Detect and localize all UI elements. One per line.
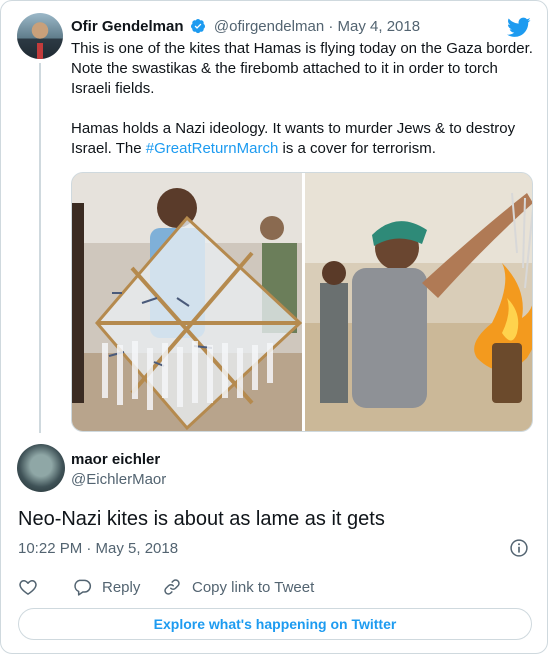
parent-text-paragraph-1: This is one of the kites that Hamas is f… xyxy=(71,40,533,97)
parent-text-paragraph-2: Hamas holds a Nazi ideology. It wants to… xyxy=(71,120,516,157)
reply-author-handle[interactable]: @EichlerMaor xyxy=(71,471,166,489)
reply-author-avatar[interactable] xyxy=(17,444,65,492)
copy-link-button[interactable]: Copy link to Tweet xyxy=(162,577,314,597)
hashtag-link[interactable]: #GreatReturnMarch xyxy=(146,140,279,157)
explore-twitter-button[interactable]: Explore what's happening on Twitter xyxy=(18,608,532,640)
like-button[interactable] xyxy=(18,577,38,597)
tweet-media[interactable] xyxy=(71,172,533,432)
parent-tweet-date[interactable]: May 4, 2018 xyxy=(338,18,421,35)
heart-icon xyxy=(19,580,37,595)
parent-author-handle[interactable]: @ofirgendelman xyxy=(214,18,324,35)
thread-line xyxy=(39,63,41,433)
tweet-actions: Reply Copy link to Tweet xyxy=(18,577,531,599)
link-icon xyxy=(164,579,180,595)
verified-badge-icon xyxy=(190,19,205,34)
twitter-bird-icon[interactable] xyxy=(507,15,531,39)
copy-link-label: Copy link to Tweet xyxy=(192,578,315,596)
reply-label: Reply xyxy=(102,578,141,596)
reply-icon xyxy=(74,579,92,596)
reply-tweet-text: Neo-Nazi kites is about as lame as it ge… xyxy=(18,508,385,530)
media-photo-kite[interactable] xyxy=(72,173,303,432)
reply-tweet-timestamp[interactable]: 10:22 PM · May 5, 2018 xyxy=(18,539,178,559)
info-icon[interactable] xyxy=(509,538,529,558)
header-separator: · xyxy=(328,18,334,35)
reply-author-name[interactable]: maor eichler xyxy=(71,451,160,469)
reply-button[interactable]: Reply xyxy=(72,577,140,597)
parent-tweet-text: This is one of the kites that Hamas is f… xyxy=(71,39,533,159)
parent-author-avatar[interactable] xyxy=(17,13,63,59)
tweet-embed-card: Ofir Gendelman @ofirgendelman · May 4, 2… xyxy=(0,0,548,654)
parent-tweet-header: Ofir Gendelman @ofirgendelman · May 4, 2… xyxy=(71,17,531,37)
media-photo-fire[interactable] xyxy=(305,173,533,432)
parent-author-name[interactable]: Ofir Gendelman xyxy=(71,18,184,35)
